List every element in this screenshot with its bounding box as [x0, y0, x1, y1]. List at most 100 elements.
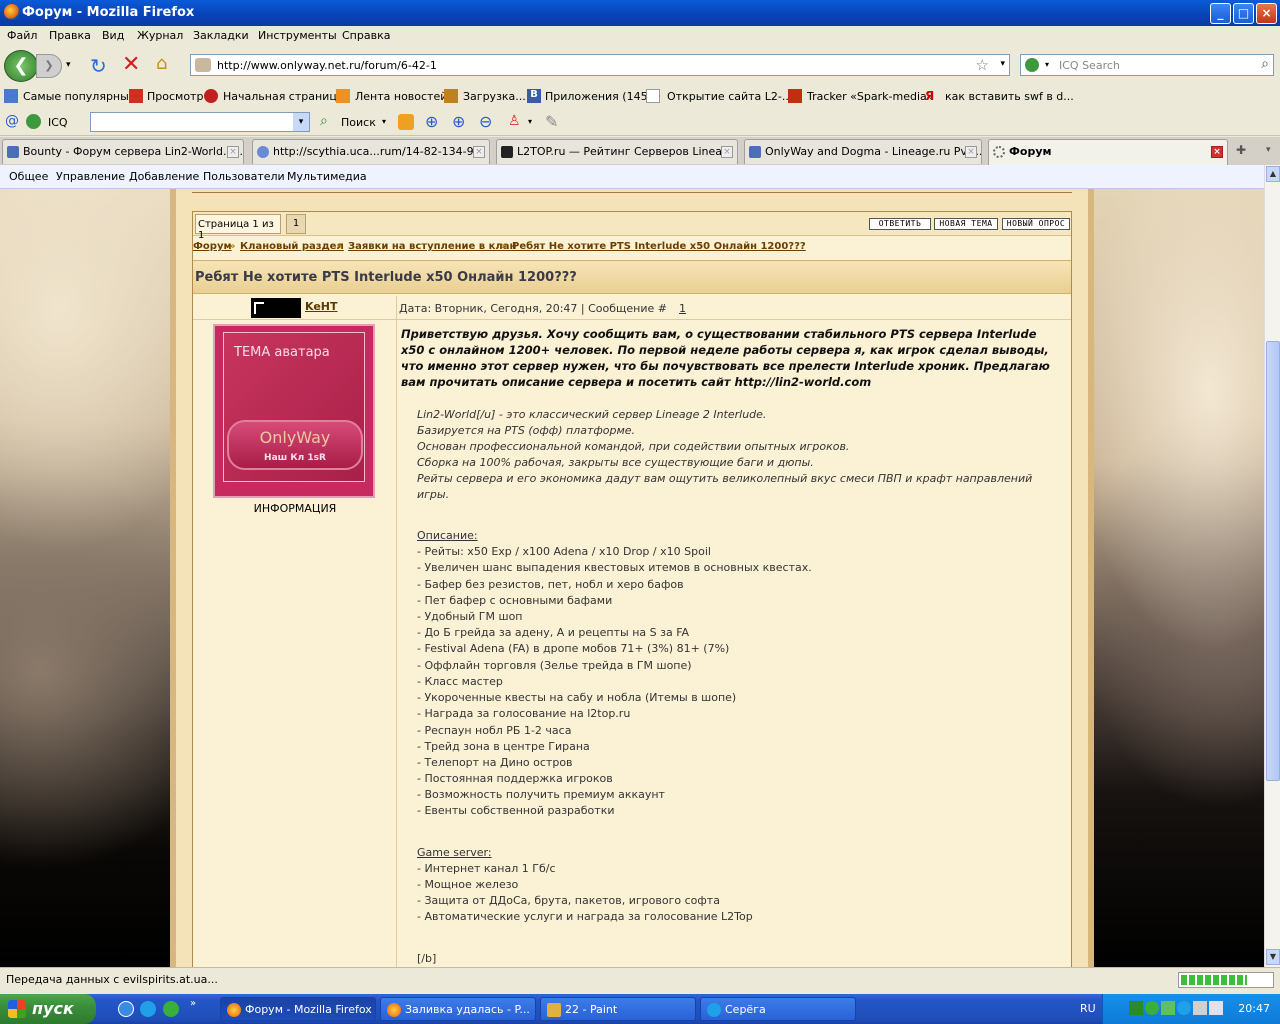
quicklaunch-more-icon[interactable]: » [190, 998, 196, 1009]
bookmark-item[interactable]: Загрузка... [463, 90, 526, 103]
url-bar[interactable]: http://www.onlyway.net.ru/forum/6-42-1 ☆… [190, 54, 1010, 76]
tab-list-icon[interactable]: ▾ [1266, 145, 1271, 155]
task-firefox-upload[interactable]: Заливка удалась - P... [380, 997, 536, 1021]
tray-volume-icon[interactable] [1193, 1001, 1207, 1015]
close-tab-icon[interactable]: × [721, 146, 733, 158]
sitenav-manage[interactable]: Управление [56, 170, 125, 183]
bookmark-item[interactable]: Открытие сайта L2-... [667, 90, 792, 103]
crumb-topic[interactable]: Ребят Не хотите PTS Interlude x50 Онлайн… [512, 241, 806, 252]
url-dropdown-icon[interactable]: ▾ [1000, 59, 1005, 69]
tray-icon[interactable] [1161, 1001, 1175, 1015]
user-icon[interactable]: ♙ [508, 113, 521, 129]
at-icon[interactable]: @ [5, 113, 19, 129]
menu-history[interactable]: Журнал [137, 29, 183, 42]
sitenav-add[interactable]: Добавление [129, 170, 199, 183]
forward-arrow-icon[interactable]: ❯ [36, 54, 62, 78]
dropdown-icon[interactable]: ▾ [293, 113, 309, 131]
bookmark-star-icon[interactable]: ☆ [976, 56, 989, 74]
icq-label[interactable]: ICQ [48, 116, 68, 129]
sitenav-users[interactable]: Пользователи [203, 170, 285, 183]
minimize-button[interactable]: _ [1210, 3, 1231, 24]
clock[interactable]: 20:47 [1238, 1002, 1270, 1015]
sitenav-multimedia[interactable]: Мультимедиа [287, 170, 367, 183]
search-dropdown-icon[interactable]: ▾ [382, 117, 386, 126]
ie-icon[interactable] [118, 1001, 134, 1017]
avatar: ТЕМА аватара OnlyWay Наш Кл 1sR [213, 324, 375, 498]
zoom-out-icon[interactable]: ⊖ [479, 112, 492, 131]
search-magnifier-icon[interactable]: ⌕ [1261, 56, 1269, 72]
bookmark-item[interactable]: как вставить swf в d... [945, 90, 1074, 103]
tray-icon[interactable] [1129, 1001, 1143, 1015]
task-firefox-forum[interactable]: Форум - Mozilla Firefox [220, 997, 376, 1021]
menu-help[interactable]: Справка [342, 29, 390, 42]
url-text[interactable]: http://www.onlyway.net.ru/forum/6-42-1 [217, 59, 437, 72]
menu-view[interactable]: Вид [102, 29, 124, 42]
close-tab-icon[interactable]: × [965, 146, 977, 158]
home-icon[interactable]: ⌂ [156, 53, 167, 74]
scroll-up-arrow-icon[interactable]: ▲ [1266, 166, 1280, 182]
task-skype-chat[interactable]: Серёга [700, 997, 856, 1021]
bookmark-item[interactable]: Начальная страница [223, 90, 344, 103]
new-tab-icon[interactable]: ✚ [1236, 143, 1246, 157]
crumb-forum[interactable]: Форум [193, 241, 232, 252]
post-number-link[interactable]: 1 [679, 302, 686, 315]
search-magnifier-icon[interactable]: ⌕ [320, 113, 328, 129]
search-box[interactable]: ▾ ICQ Search ⌕ [1020, 54, 1274, 76]
engine-dropdown-icon[interactable]: ▾ [1045, 60, 1049, 69]
icq-flower-icon[interactable] [1025, 58, 1039, 72]
icq-flower-icon[interactable] [26, 114, 41, 129]
new-topic-button[interactable]: НОВАЯ ТЕМА [934, 218, 998, 230]
start-button[interactable]: пуск [0, 994, 96, 1024]
close-tab-icon[interactable]: × [473, 146, 485, 158]
tab-forum[interactable]: Форум × [988, 139, 1228, 166]
crumb-applications[interactable]: Заявки на вступление в клан [348, 241, 516, 252]
stop-icon[interactable]: ✕ [122, 52, 140, 77]
reply-button[interactable]: ОТВЕТИТЬ [869, 218, 931, 230]
back-arrow-icon[interactable]: ❮ [4, 50, 38, 82]
close-tab-icon[interactable]: × [227, 146, 239, 158]
icq-app-icon[interactable] [398, 114, 414, 130]
close-button[interactable]: × [1256, 3, 1277, 24]
sitenav-general[interactable]: Общее [9, 170, 48, 183]
bookmark-item[interactable]: Приложения (145) [545, 90, 652, 103]
scroll-down-arrow-icon[interactable]: ▼ [1266, 949, 1280, 965]
scrollbar-thumb[interactable] [1266, 341, 1280, 781]
menu-file[interactable]: Файл [7, 29, 37, 42]
reload-icon[interactable]: ↻ [90, 54, 107, 78]
menu-tools[interactable]: Инструменты [258, 29, 337, 42]
icq-search-field[interactable]: ▾ [90, 112, 310, 132]
tray-skype-icon[interactable] [1177, 1001, 1191, 1015]
skype-icon[interactable] [140, 1001, 156, 1017]
bookmark-item[interactable]: Tracker «Spark-media» [807, 90, 933, 103]
page-number-button[interactable]: 1 [286, 214, 306, 234]
new-poll-button[interactable]: НОВЫЙ ОПРОС [1002, 218, 1070, 230]
crumb-clan-section[interactable]: Клановый раздел [240, 241, 344, 252]
language-indicator[interactable]: RU [1080, 1002, 1096, 1015]
menu-edit[interactable]: Правка [49, 29, 91, 42]
list-item: - До Б грейда за адену, А и рецепты на S… [417, 626, 690, 639]
close-tab-icon[interactable]: × [1211, 146, 1223, 158]
icq-quick-icon[interactable] [163, 1001, 179, 1017]
tray-network-icon[interactable] [1209, 1001, 1223, 1015]
tab-bounty[interactable]: Bounty - Форум сервера Lin2-World.c... × [2, 139, 244, 164]
tab-scythia[interactable]: http://scythia.uca...rum/14-82-134-9-1 × [252, 139, 490, 164]
history-dropdown-icon[interactable]: ▾ [66, 60, 71, 70]
search-input[interactable]: ICQ Search [1059, 59, 1120, 72]
bookmark-item[interactable]: Самые популярные [23, 90, 136, 103]
search-button[interactable]: Поиск [341, 116, 376, 129]
window-title: Форум - Mozilla Firefox [22, 5, 195, 20]
tab-onlyway[interactable]: OnlyWay and Dogma - Lineage.ru PvP... × [744, 139, 982, 164]
tab-l2top[interactable]: L2TOP.ru — Рейтинг Серверов Linea... × [496, 139, 738, 164]
zoom-reset-icon[interactable]: ⊕ [452, 112, 465, 131]
bookmark-item[interactable]: Лента новостей [355, 90, 447, 103]
eraser-icon[interactable]: ✎ [545, 112, 558, 131]
user-dropdown-icon[interactable]: ▾ [528, 117, 532, 126]
bookmark-item[interactable]: Просмотр [147, 90, 203, 103]
zoom-in-icon[interactable]: ⊕ [425, 112, 438, 131]
maximize-button[interactable]: □ [1233, 3, 1254, 24]
user-info-label[interactable]: ИНФОРМАЦИЯ [193, 502, 397, 515]
task-paint[interactable]: 22 - Paint [540, 997, 696, 1021]
menu-bookmarks[interactable]: Закладки [193, 29, 249, 42]
tray-icq-icon[interactable] [1145, 1001, 1159, 1015]
vertical-scrollbar[interactable]: ▲ ▼ [1264, 165, 1280, 967]
